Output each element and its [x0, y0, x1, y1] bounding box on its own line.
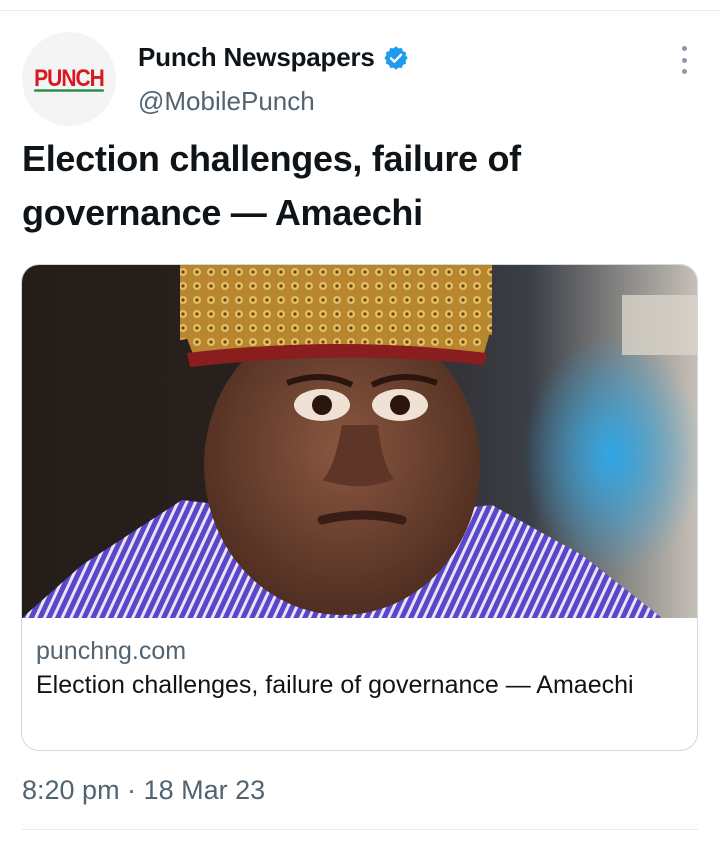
- user-handle[interactable]: @MobilePunch: [138, 86, 315, 117]
- link-card[interactable]: punchng.com Election challenges, failure…: [21, 264, 698, 751]
- tweet-timestamp[interactable]: 8:20 pm · 18 Mar 23: [22, 775, 265, 806]
- card-image[interactable]: [22, 265, 698, 618]
- card-title: Election challenges, failure of governan…: [36, 671, 634, 699]
- card-domain: punchng.com: [36, 637, 187, 665]
- verified-badge-icon: [383, 45, 408, 70]
- more-options-icon[interactable]: [672, 46, 696, 74]
- display-name[interactable]: Punch Newspapers: [138, 42, 375, 73]
- author-name-row[interactable]: Punch Newspapers: [138, 42, 409, 73]
- top-divider: [0, 10, 720, 11]
- tweet-text: Election challenges, failure of governan…: [22, 138, 521, 233]
- bottom-divider: [22, 829, 698, 830]
- punch-logo: PUNCH: [34, 65, 105, 92]
- card-meta[interactable]: punchng.com Election challenges, failure…: [36, 635, 676, 702]
- avatar[interactable]: PUNCH: [22, 32, 116, 126]
